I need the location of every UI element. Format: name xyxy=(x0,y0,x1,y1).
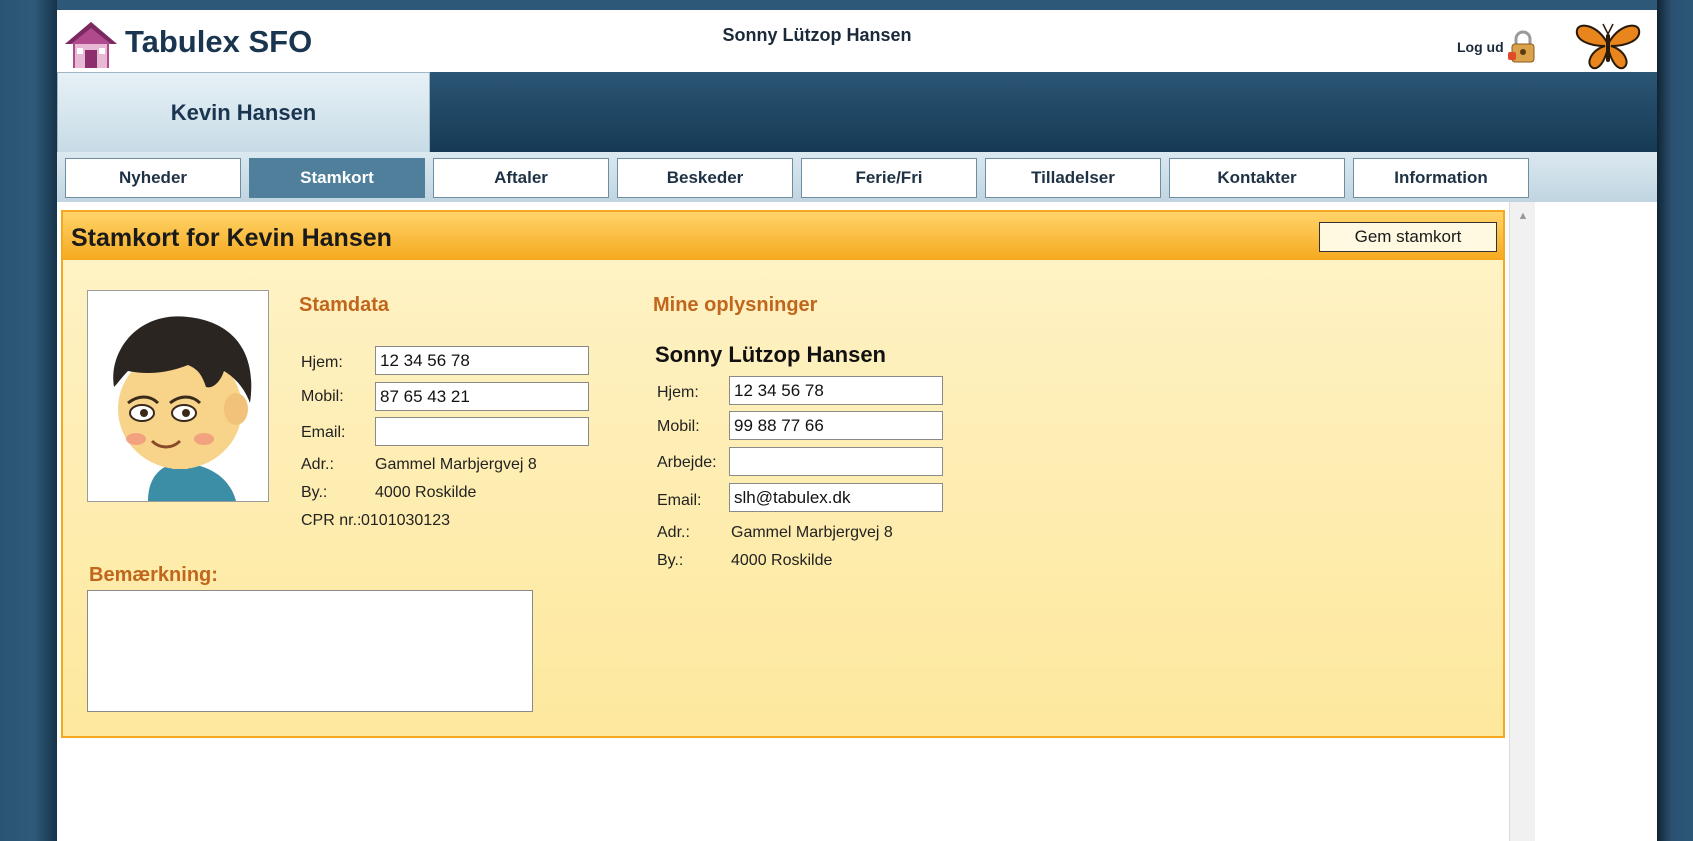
logged-in-user-name: Sonny Lützop Hansen xyxy=(722,25,912,45)
stamdata-email-input[interactable] xyxy=(375,417,589,446)
nav-aftaler[interactable]: Aftaler xyxy=(433,158,609,198)
bemaerkning-textarea[interactable] xyxy=(87,590,533,712)
mine-adr-value: Gammel Marbjergvej 8 xyxy=(731,524,893,541)
app-title: Tabulex SFO xyxy=(125,24,313,59)
child-avatar xyxy=(87,290,269,502)
stamdata-mobil-input[interactable] xyxy=(375,382,589,411)
stamdata-by-value: 4000 Roskilde xyxy=(375,484,477,501)
page-background-left xyxy=(0,0,57,841)
stamdata-by-label: By.: xyxy=(301,484,328,501)
mine-by-value: 4000 Roskilde xyxy=(731,552,833,569)
mine-email-label: Email: xyxy=(657,492,702,509)
page-background-right xyxy=(1657,0,1693,841)
mine-mobil-label: Mobil: xyxy=(657,418,700,435)
mine-hjem-label: Hjem: xyxy=(657,384,699,401)
stamdata-hjem-input[interactable] xyxy=(375,346,589,375)
app-window: Tabulex SFO Sonny Lützop Hansen Log ud K… xyxy=(57,10,1657,841)
mine-arbejde-label: Arbejde: xyxy=(657,454,717,471)
child-tab-kevin-hansen[interactable]: Kevin Hansen xyxy=(57,72,430,152)
mine-oplysninger-title: Mine oplysninger xyxy=(653,294,818,316)
nav-nyheder[interactable]: Nyheder xyxy=(65,158,241,198)
nav-information[interactable]: Information xyxy=(1353,158,1529,198)
mine-arbejde-input[interactable] xyxy=(729,447,943,476)
stamdata-email-label: Email: xyxy=(301,424,346,441)
mine-email-input[interactable] xyxy=(729,483,943,512)
bemaerkning-title: Bemærkning: xyxy=(89,564,218,586)
stamdata-mobil-label: Mobil: xyxy=(301,388,344,405)
logout-button[interactable]: Log ud xyxy=(1457,30,1538,64)
stamkort-panel: Stamkort for Kevin Hansen Gem stamkort S… xyxy=(61,210,1505,738)
mine-mobil-input[interactable] xyxy=(729,411,943,440)
mine-hjem-input[interactable] xyxy=(729,376,943,405)
main-nav: Nyheder Stamkort Aftaler Beskeder Ferie/… xyxy=(57,152,1657,202)
scroll-up-arrow-icon[interactable]: ▲ xyxy=(1510,206,1536,226)
house-logo-icon xyxy=(65,22,117,68)
nav-stamkort[interactable]: Stamkort xyxy=(249,158,425,198)
nav-kontakter[interactable]: Kontakter xyxy=(1169,158,1345,198)
stamdata-title: Stamdata xyxy=(299,294,390,316)
mine-by-label: By.: xyxy=(657,552,684,569)
panel-title: Stamkort for Kevin Hansen xyxy=(71,224,392,252)
nav-tilladelser[interactable]: Tilladelser xyxy=(985,158,1161,198)
mine-contact-name: Sonny Lützop Hansen xyxy=(655,342,886,367)
stamdata-adr-value: Gammel Marbjergvej 8 xyxy=(375,456,537,473)
panel-header: Stamkort for Kevin Hansen Gem stamkort xyxy=(63,212,1503,260)
stamdata-cpr-label: CPR nr.: xyxy=(301,512,362,529)
nav-ferie-fri[interactable]: Ferie/Fri xyxy=(801,158,977,198)
stamdata-adr-label: Adr.: xyxy=(301,456,334,473)
butterfly-icon xyxy=(1575,23,1641,70)
mine-adr-label: Adr.: xyxy=(657,524,690,541)
save-stamkort-button[interactable]: Gem stamkort xyxy=(1319,222,1497,252)
lock-icon xyxy=(1507,30,1535,63)
logout-label: Log ud xyxy=(1457,39,1504,55)
stamdata-cpr-value: 0101030123 xyxy=(361,512,450,529)
child-avatar-image xyxy=(113,316,252,501)
header: Tabulex SFO Sonny Lützop Hansen Log ud xyxy=(57,10,1657,72)
nav-beskeder[interactable]: Beskeder xyxy=(617,158,793,198)
vertical-scrollbar[interactable]: ▲ xyxy=(1509,202,1535,841)
stamdata-hjem-label: Hjem: xyxy=(301,354,343,371)
